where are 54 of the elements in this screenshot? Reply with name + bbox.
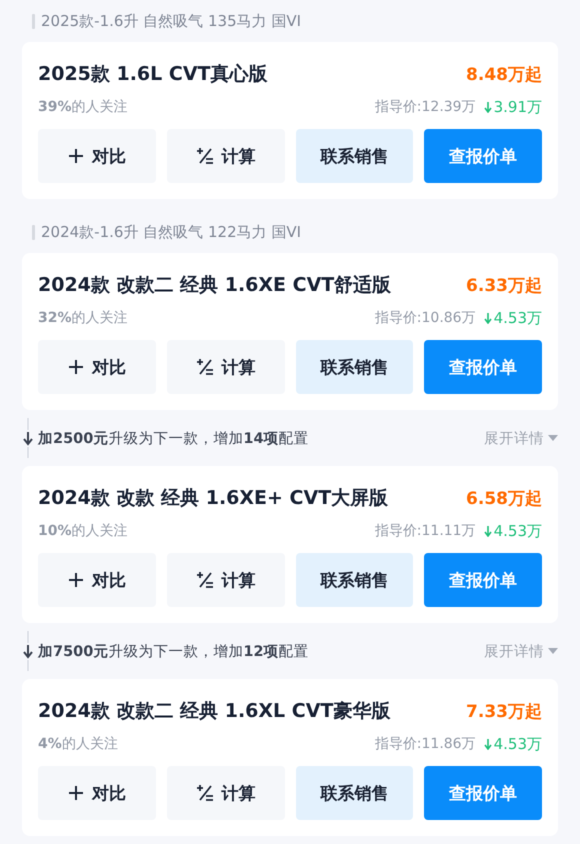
down-arrow-icon (484, 312, 492, 324)
discount-amount: 3.91万 (484, 98, 542, 116)
attention-text: 39%的人关注 (38, 98, 129, 116)
down-arrow-icon (484, 525, 492, 537)
discount-amount: 4.53万 (484, 734, 542, 754)
guide-price: 指导价:10.86万 (374, 309, 476, 327)
discount-amount: 4.53万 (484, 522, 542, 540)
calculate-button[interactable]: 计算 (166, 553, 284, 607)
compare-button[interactable]: 对比 (38, 340, 156, 394)
down-arrow-icon (484, 101, 492, 113)
down-arrow-icon (22, 418, 34, 458)
discount-amount: 4.53万 (484, 308, 542, 328)
attention-text: 10%的人关注 (38, 522, 129, 540)
trim-title: 2024款 改款 经典 1.6XE+ CVT大屏版 (38, 486, 388, 511)
contact-sales-button[interactable]: 联系销售 (296, 129, 414, 183)
calculate-button[interactable]: 计算 (166, 129, 284, 183)
compare-button[interactable]: 对比 (38, 129, 156, 183)
attention-text: 32%的人关注 (38, 309, 129, 327)
down-arrow-icon (484, 738, 492, 750)
contact-sales-button[interactable]: 联系销售 (296, 340, 414, 394)
calculator-icon (196, 784, 214, 802)
compare-button[interactable]: 对比 (38, 553, 156, 607)
trim-title: 2025款 1.6L CVT真心版 (38, 62, 268, 87)
plus-icon (68, 785, 84, 801)
upgrade-note: 加7500元升级为下一款，增加12项配置 (38, 642, 310, 660)
caret-icon (548, 435, 558, 441)
calculator-icon (196, 358, 214, 376)
plus-icon (68, 148, 84, 164)
plus-icon (68, 572, 84, 588)
price-from: 6.33万起 (466, 274, 542, 296)
guide-price: 指导价:11.86万 (374, 735, 476, 753)
calculate-button[interactable]: 计算 (166, 340, 284, 394)
calculate-button[interactable]: 计算 (166, 766, 284, 820)
trim-title: 2024款 改款二 经典 1.6XE CVT舒适版 (38, 273, 392, 298)
price-from: 8.48万起 (466, 64, 542, 86)
upgrade-note: 加2500元升级为下一款，增加14项配置 (38, 430, 310, 448)
price-from: 7.33万起 (466, 700, 542, 722)
trim-title: 2024款 改款二 经典 1.6XL CVT豪华版 (38, 699, 390, 724)
section-title: 2024款-1.6升 自然吸气 122马力 国VI (41, 222, 302, 242)
down-arrow-icon (22, 631, 34, 671)
price-from: 6.58万起 (466, 488, 542, 510)
section-title: 2025款-1.6升 自然吸气 135马力 国VI (41, 12, 302, 30)
section-marker (32, 14, 35, 28)
section-marker (32, 224, 35, 240)
guide-price: 指导价:12.39万 (374, 98, 476, 116)
calculator-icon (196, 571, 214, 589)
compare-button[interactable]: 对比 (38, 766, 156, 820)
guide-price: 指导价:11.11万 (374, 522, 476, 540)
calculator-icon (196, 147, 214, 165)
contact-sales-button[interactable]: 联系销售 (296, 766, 414, 820)
contact-sales-button[interactable]: 联系销售 (296, 553, 414, 607)
plus-icon (68, 359, 84, 375)
attention-text: 4%的人关注 (38, 735, 119, 753)
caret-icon (548, 648, 558, 654)
